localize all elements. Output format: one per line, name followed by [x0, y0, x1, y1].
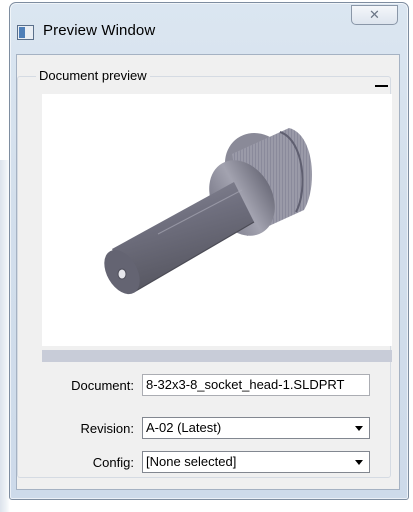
- window-icon-pane: [19, 27, 25, 38]
- close-icon: ✕: [369, 7, 380, 22]
- chevron-down-icon: [355, 426, 363, 431]
- config-label: Config:: [92, 455, 134, 470]
- screen: Preview Window ✕ Document preview Docume…: [0, 0, 413, 512]
- title-bar[interactable]: Preview Window ✕: [9, 2, 407, 54]
- config-value: [None selected]: [146, 454, 237, 469]
- revision-select[interactable]: A-02 (Latest): [142, 417, 370, 439]
- close-button[interactable]: ✕: [351, 5, 398, 25]
- config-select[interactable]: [None selected]: [142, 451, 370, 473]
- window-icon: [17, 25, 34, 40]
- preview-status-bar: [42, 350, 392, 362]
- group-title: Document preview: [36, 68, 150, 83]
- screw-tip-center: [117, 268, 127, 280]
- revision-label: Revision:: [80, 421, 134, 436]
- chevron-down-icon: [355, 460, 363, 465]
- document-preview-image: [42, 94, 392, 346]
- window-title: Preview Window: [43, 22, 156, 39]
- document-field[interactable]: 8-32x3-8_socket_head-1.SLDPRT: [142, 374, 370, 396]
- revision-value: A-02 (Latest): [146, 420, 222, 435]
- socket-head-screw-render: [104, 128, 312, 295]
- collapse-icon[interactable]: [375, 85, 388, 87]
- document-label: Document:: [71, 378, 134, 393]
